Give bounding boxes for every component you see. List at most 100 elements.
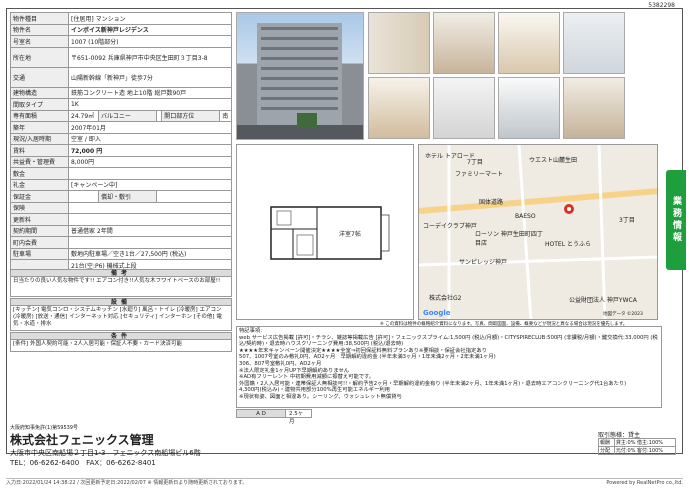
info-row: 保険 (10, 201, 232, 214)
fee-table: 報酬 貸主:0% 借主:100% 分配 元付:0% 客付:100% (598, 438, 677, 455)
info-value: 鉄筋コンクリート造 地上10階 総戸数90戸 (68, 86, 232, 99)
info-key: 償却・敷引 (97, 190, 157, 203)
room-photo-7[interactable] (498, 77, 560, 139)
info-key: 契約期間 (10, 224, 69, 237)
info-row: 賃料 72,000 円 (10, 144, 232, 157)
info-value: 普通借家 2年間 (68, 224, 232, 237)
map-label-sunvillage: サンピレッジ神戸 (459, 259, 508, 266)
map-label-ywca: 公益財団法人 神戸YWCA (569, 297, 637, 304)
map-label-cody: コーデイクラブ神戸 (423, 223, 477, 230)
map-label-baeso: BAESO (515, 213, 536, 220)
equipment-heading: 設備 (10, 298, 232, 306)
info-key: 所在地 (10, 46, 69, 68)
business-info-tab[interactable]: 業務情報 (666, 170, 686, 270)
info-value: 8,000円 (68, 155, 232, 168)
info-row: 町内会費 (10, 236, 232, 249)
company-phone: TEL：06-6262-6400 FAX：06-6262-8401 (10, 459, 156, 467)
info-key: 保険 (10, 201, 69, 214)
info-key: 号室名 (10, 35, 69, 48)
info-value: 2007年01月 (68, 121, 232, 134)
map-label-3chome: 3丁目 (619, 217, 635, 224)
room-photo-8[interactable] (563, 77, 625, 139)
location-map[interactable]: ホテル トアロード ウエスト山麓生田 ファミリーマート 7丁目 コーデイクラブ神… (418, 144, 658, 320)
building-illustration (237, 23, 363, 139)
room-photo-5[interactable] (368, 77, 430, 139)
info-value: 空室 / 即入 (68, 132, 232, 145)
info-value (68, 201, 232, 214)
info-value: [住居用] マンション (68, 12, 232, 25)
map-label-kokutai: 国体道路 (479, 199, 504, 206)
notes-line: web サービス広告掲載 [許可]・チラシ、雑誌等掲載広告 [許可]・フェニック… (239, 334, 658, 348)
info-value (68, 167, 232, 180)
info-row: 号室名 1007 (10階部分) (10, 35, 232, 48)
info-key: 間取タイプ (10, 98, 69, 111)
room-photo-2[interactable] (433, 12, 495, 74)
info-value: 1K (68, 98, 232, 111)
property-info-table: 物件種目 [住居用] マンション 物件名 インボイス新神戸レジデンス 号室名 1007 (… (10, 12, 233, 272)
map-label-7chome: 7丁目 (467, 159, 483, 166)
google-logo: Google (423, 309, 451, 317)
room-photo-1[interactable] (368, 12, 430, 74)
info-key: 物件名 (10, 23, 69, 36)
info-key: 賃料 (10, 144, 69, 157)
floor-plan-drawing (270, 206, 390, 260)
info-value: 南 (219, 109, 232, 122)
company-address: 大阪市中央区南船場２丁目1-3 フェニックス南船場ビル6階 (10, 449, 201, 457)
info-key: 共益費・管理費 (10, 155, 69, 168)
conditions-heading: 条件 (10, 332, 232, 340)
room-photo-3[interactable] (498, 12, 560, 74)
notes-line: 507、1007号室のみ敷礼0円、AD2ヶ月 早期解約違約金 (半年未満3ヶ月・… (239, 354, 496, 361)
info-row: 物件種目 [住居用] マンション (10, 12, 232, 25)
map-label-west: ウエスト山麓生田 (529, 157, 578, 164)
floor-plan-room-label: 洋室7帖 (339, 231, 361, 238)
company-name: 株式会社フェニックス管理 (10, 433, 154, 447)
company-block: 大阪府知事免許(1)第59539号 株式会社フェニックス管理 大阪市中央区南船場… (10, 424, 410, 468)
info-value: 24.79㎡ (68, 109, 99, 122)
info-key: 駐車場 (10, 247, 69, 260)
info-row: 現況/入居時期 空室 / 即入 (10, 132, 232, 145)
fee-value: 貸主:0% 借主:100% (613, 438, 677, 447)
info-key: 敷金 (10, 167, 69, 180)
map-copyright: 地図データ ©2023 (603, 312, 643, 317)
notes-title: 特記事項: (239, 328, 262, 334)
info-value: 敷地内駐車場／空き1台／27,500円 (税込) (68, 247, 232, 260)
notes-line: 306、807号室敷礼0円、AD2ヶ月 (239, 360, 322, 367)
info-row: 築年 2007年01月 (10, 121, 232, 134)
license-number: 大阪府知事免許(1)第59539号 (10, 425, 78, 431)
info-row: 間取タイプ 1K (10, 98, 232, 111)
room-photo-4[interactable] (563, 12, 625, 74)
footer-powered: Powered by RealNetPro co.,ltd. (606, 480, 683, 486)
info-value: 山陽新幹線「新神戸」徒歩7分 (68, 66, 232, 88)
info-row: 建物構造 鉄筋コンクリート造 地上10階 総戸数90戸 (10, 86, 232, 99)
info-key: 現況/入居時期 (10, 132, 69, 145)
info-key: 礼金 (10, 178, 69, 191)
notes-line: 4,300円(税込み)・建物共用部分100%再生可能エネルギー利用 (239, 387, 390, 394)
building-photo[interactable] (236, 12, 364, 140)
info-row: 更新料 (10, 213, 232, 226)
info-value (68, 236, 232, 249)
floor-plan[interactable]: 洋室7帖 (236, 144, 414, 320)
info-key: 更新料 (10, 213, 69, 226)
info-row: 駐車場 敷地内駐車場／空き1台／27,500円 (税込) (10, 247, 232, 260)
info-key: 物件種目 (10, 12, 69, 25)
ad-row: A D 2.5ヶ月 (236, 409, 312, 425)
special-notes: 特記事項: web サービス広告掲載 [許可]・チラシ、雑誌等掲載広告 [許可]… (236, 326, 662, 408)
footer-dates: 入力日:2022/01/24 14:38:22 / 次回更新予定日:2022/0… (6, 480, 248, 486)
info-key: 町内会費 (10, 236, 69, 249)
notes-line: ※AD有フリーレント 中初期費用減額に振替え可能です。 (239, 374, 375, 381)
ad-label: A D (237, 410, 285, 417)
fee-key: 分配 (598, 446, 615, 455)
info-value: 1007 (10階部分) (68, 35, 232, 48)
room-photo-6[interactable] (433, 77, 495, 139)
info-key: 専有面積 (10, 109, 69, 122)
map-label-familymart: ファミリーマート (455, 171, 504, 178)
info-value: [キャンペーン中] (68, 178, 232, 191)
map-label-hotel-toufura: HOTEL とうふら (545, 241, 591, 248)
conditions-text: [条件] 外国人契約可能・2人入居可能・保証人不要・カード決済可能 (10, 340, 232, 352)
info-key: 開口部方位 (161, 109, 221, 122)
info-value (155, 190, 233, 203)
fee-key: 報酬 (598, 438, 615, 447)
info-key: 交通 (10, 66, 69, 88)
info-row: 所在地 〒651-0092 兵庫県神戸市中央区生田町３丁目3-8 (10, 46, 232, 68)
remarks-heading: 備考 (10, 269, 232, 277)
